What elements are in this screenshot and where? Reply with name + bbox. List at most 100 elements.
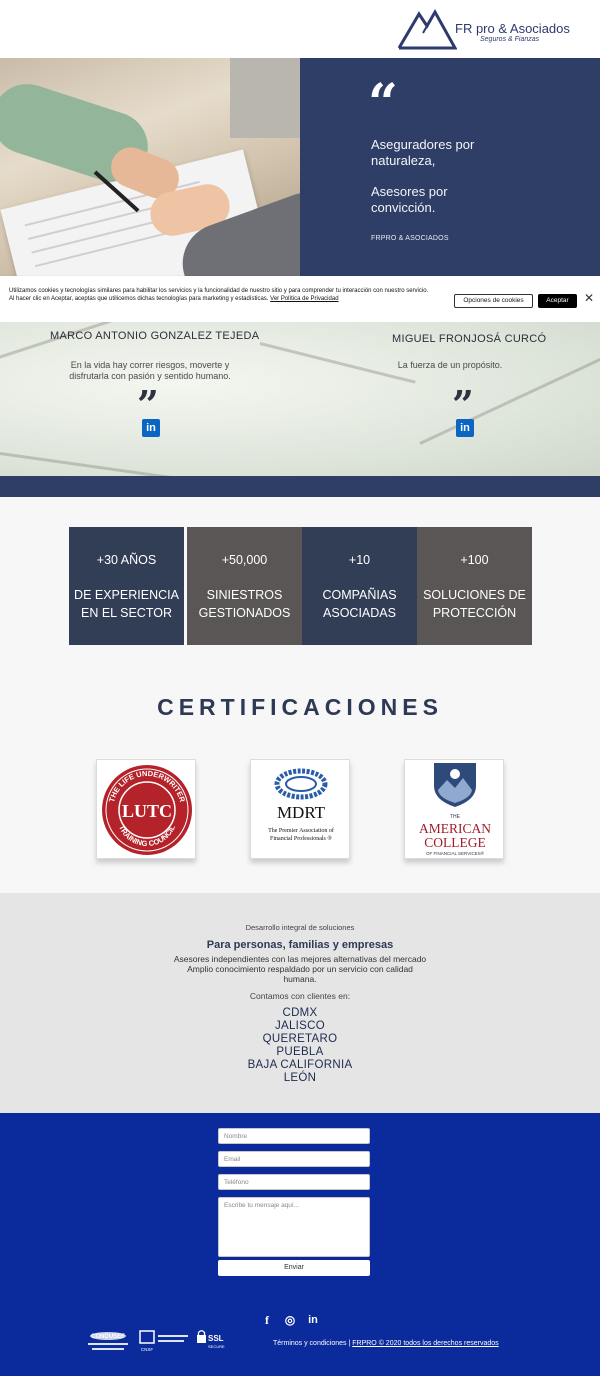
mountain-logo-icon (397, 8, 457, 50)
stat-label-line: PROTECCIÓN (432, 606, 517, 620)
instagram-icon[interactable]: ◎ (283, 1313, 297, 1327)
city-item: PUEBLA (276, 1046, 324, 1058)
stat-label: COMPAÑIAS ASOCIADAS (302, 586, 417, 622)
member-bio-line: disfrutarla con pasión y sentido humano. (69, 371, 231, 381)
city-item: LEÓN (283, 1072, 317, 1084)
logo-name: FR pro & Asociados (455, 21, 570, 36)
linkedin-icon[interactable]: in (456, 419, 474, 437)
ltc-letters: LUTC (122, 801, 172, 821)
linkedin-icon[interactable]: in (142, 419, 160, 437)
hero-quote-panel: “ Aseguradores por naturaleza, Asesores … (300, 58, 600, 276)
footer-text: Términos y condiciones | FRPRO © 2020 to… (273, 1340, 499, 1347)
accept-cookies-button[interactable]: Aceptar (538, 294, 577, 308)
stat-value: +50,000 (221, 553, 268, 567)
cert-ltc-logo: THE LIFE UNDERWRITER TRAINING COUNCIL LU… (96, 759, 196, 859)
quote-icon: “ (368, 73, 398, 134)
tac-line: COLLEGE (424, 835, 486, 850)
hero-photo (0, 58, 300, 276)
member-bio-line: En la vida hay correr riesgos, moverte y (70, 360, 230, 370)
city-item: JALISCO (274, 1020, 326, 1032)
member-bio: La fuerza de un propósito. (370, 360, 530, 371)
stat-label-line: SINIESTROS (206, 588, 283, 602)
city-item: QUERETARO (262, 1033, 338, 1045)
stat-value: +100 (460, 553, 489, 567)
terms-link[interactable]: Términos y condiciones (273, 1340, 347, 1347)
clients-label: Contamos con clientes en: (249, 991, 351, 1001)
american-college-shield-icon: THE AMERICAN COLLEGE OF FINANCIAL SERVIC… (419, 763, 491, 856)
branch-shape (0, 322, 152, 365)
laptop-shape (230, 58, 300, 138)
cnsf-logo: CNSF (141, 1347, 154, 1352)
mdrt-emblem-icon: MDRT The Premier Association of Financia… (268, 768, 334, 842)
info-description: Asesores independientes con las mejores … (165, 954, 435, 984)
tac-line: THE (450, 814, 461, 820)
hero-brand: FRPRO & ASOCIADOS (371, 235, 449, 242)
ssl-badge-sub: SECURE (208, 1344, 225, 1349)
site-header: FR pro & Asociados Seguros & Fianzas (0, 0, 600, 58)
info-desc-line: Amplio conocimiento respaldado por un se… (187, 964, 413, 974)
stat-label-line: GESTIONADOS (198, 606, 291, 620)
privacy-policy-link[interactable]: Ver Política de Privacidad (270, 296, 338, 302)
stat-card: +50,000 SINIESTROS GESTIONADOS (187, 527, 302, 645)
mdrt-name: MDRT (277, 803, 326, 822)
company-logo[interactable]: FR pro & Asociados Seguros & Fianzas (397, 6, 570, 52)
stats-section: +30 AÑOS DE EXPERIENCIA EN EL SECTOR +50… (0, 497, 600, 664)
cookie-message: Utilizamos cookies y tecnologías similar… (9, 288, 429, 302)
tac-line: AMERICAN (419, 821, 491, 836)
facebook-icon[interactable]: f (260, 1313, 274, 1327)
tac-line: OF FINANCIAL SERVICES® (426, 850, 485, 856)
member-name: MIGUEL FRONJOSÁ CURCÓ (392, 333, 547, 345)
cookie-banner: Utilizamos cookies y tecnologías similar… (0, 276, 600, 322)
section-title: CERTIFICACIONES (157, 694, 443, 720)
info-desc-line: Asesores independientes con las mejores … (173, 954, 427, 964)
send-button[interactable]: Enviar (218, 1260, 370, 1276)
stat-label: SOLUCIONES DE PROTECCIÓN (417, 586, 532, 622)
member-bio: En la vida hay correr riesgos, moverte y… (40, 360, 260, 382)
ltc-seal-icon: THE LIFE UNDERWRITER TRAINING COUNCIL LU… (102, 765, 192, 855)
stat-label-line: EN EL SECTOR (81, 606, 172, 620)
stat-card: +100 SOLUCIONES DE PROTECCIÓN (417, 527, 532, 645)
member-name: MARCO ANTONIO GONZALEZ TEJEDA (50, 330, 260, 342)
divider-strip (0, 476, 600, 497)
ssl-badge: SSL (208, 1334, 224, 1343)
cert-mdrt-logo: MDRT The Premier Association of Financia… (250, 759, 350, 859)
stat-label-line: ASOCIADAS (323, 606, 396, 620)
copyright-link[interactable]: FRPRO © 2020 todos los derechos reservad… (352, 1340, 498, 1347)
hero-line-3: Asesores por (371, 184, 448, 199)
branch-shape (0, 452, 199, 476)
stat-label: SINIESTROS GESTIONADOS (187, 586, 302, 622)
info-desc-line: humana. (283, 974, 317, 984)
info-tagline: Desarrollo integral de soluciones (245, 923, 355, 932)
mdrt-line: Financial Professionals ® (270, 835, 332, 842)
stat-value: +30 AÑOS (96, 553, 157, 567)
message-field[interactable]: Escribe tu mensaje aquí... (218, 1197, 370, 1257)
city-item: BAJA CALIFORNIA (247, 1059, 353, 1071)
regulator-badges: CONDUSEF CNSF SSL SECURE (88, 1330, 225, 1352)
name-field[interactable]: Nombre (218, 1128, 370, 1144)
phone-field[interactable]: Teléfono (218, 1174, 370, 1190)
stat-card: +10 COMPAÑIAS ASOCIADAS (302, 527, 417, 645)
stat-card: +30 AÑOS DE EXPERIENCIA EN EL SECTOR (69, 527, 184, 645)
linkedin-icon[interactable]: in (306, 1313, 320, 1327)
mdrt-line: The Premier Association of (268, 827, 334, 834)
condusef-logo: CONDUSEF (91, 1334, 125, 1340)
hero-line-4: convicción. (371, 200, 436, 215)
stat-label-line: SOLUCIONES DE (423, 588, 526, 602)
hero-line-2: naturaleza, (371, 153, 436, 168)
info-heading: Para personas, familias y empresas (206, 939, 394, 951)
logo-tagline: Seguros & Fianzas (480, 36, 540, 43)
city-item: CDMX (282, 1007, 318, 1019)
info-section: Desarrollo integral de soluciones Para p… (0, 893, 600, 1113)
stat-label-line: DE EXPERIENCIA (74, 588, 179, 602)
member-bio-line: La fuerza de un propósito. (397, 360, 503, 370)
stat-label-line: COMPAÑIAS (322, 588, 397, 602)
cookie-options-button[interactable]: Opciones de cookies (454, 294, 533, 308)
team-section: MARCO ANTONIO GONZALEZ TEJEDA En la vida… (0, 322, 600, 476)
cert-american-college-logo: THE AMERICAN COLLEGE OF FINANCIAL SERVIC… (404, 759, 504, 859)
close-icon[interactable]: ✕ (582, 291, 596, 305)
stat-value: +10 (348, 553, 371, 567)
hero-line-1: Aseguradores por (371, 137, 475, 152)
email-field[interactable]: Email (218, 1151, 370, 1167)
contact-section: Nombre Email Teléfono Escribe tu mensaje… (0, 1113, 600, 1376)
certifications-section: CERTIFICACIONES THE LIFE UNDERWRITER TRA… (0, 664, 600, 893)
